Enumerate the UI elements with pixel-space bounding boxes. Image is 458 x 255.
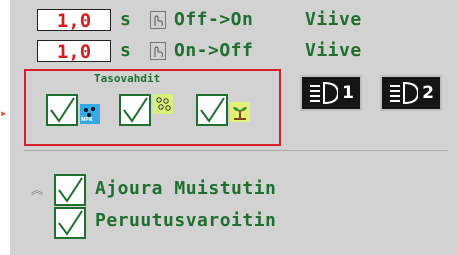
work-light-icon — [390, 81, 418, 105]
reverse-warning-label: Peruutusvaroitin — [95, 210, 277, 231]
off-on-delay-value[interactable]: 1,0 — [37, 9, 111, 32]
on-off-suffix: Viive — [305, 40, 362, 61]
on-off-delay-value[interactable]: 1,0 — [37, 40, 111, 63]
ajoura-reminder-label: Ajoura Muistutin — [95, 178, 277, 199]
touch-hand-icon — [150, 42, 166, 60]
section-divider — [24, 150, 448, 151]
ajoura-reminder-checkbox[interactable] — [54, 174, 86, 206]
seed-level-checkbox[interactable] — [119, 94, 151, 126]
work-light-2-button[interactable]: 2 — [380, 75, 442, 111]
pointer-arrow-icon: ▸ — [0, 106, 8, 120]
work-light-1-button[interactable]: 1 — [300, 75, 362, 111]
work-light-2-number: 2 — [422, 83, 434, 103]
off-on-delay-unit: s — [120, 9, 131, 30]
reverse-warning-checkbox[interactable] — [54, 207, 86, 239]
off-on-label: Off->On — [174, 9, 254, 30]
work-light-1-number: 1 — [342, 83, 354, 103]
seed-dots-icon — [153, 94, 173, 114]
touch-hand-icon — [150, 11, 166, 29]
off-on-suffix: Viive — [305, 9, 362, 30]
plant-level-checkbox[interactable] — [196, 94, 228, 126]
on-off-label: On->Off — [174, 40, 254, 61]
npk-fertilizer-icon: NPK — [80, 104, 100, 124]
level-switches-title: Tasovahdit — [94, 72, 161, 85]
npk-tile-label: NPK — [81, 117, 93, 123]
work-light-icon — [310, 81, 338, 105]
npk-level-checkbox[interactable] — [46, 94, 78, 126]
double-chevron-up-icon: ︽ — [31, 183, 44, 197]
seedling-icon — [230, 102, 250, 122]
on-off-delay-unit: s — [120, 40, 131, 61]
